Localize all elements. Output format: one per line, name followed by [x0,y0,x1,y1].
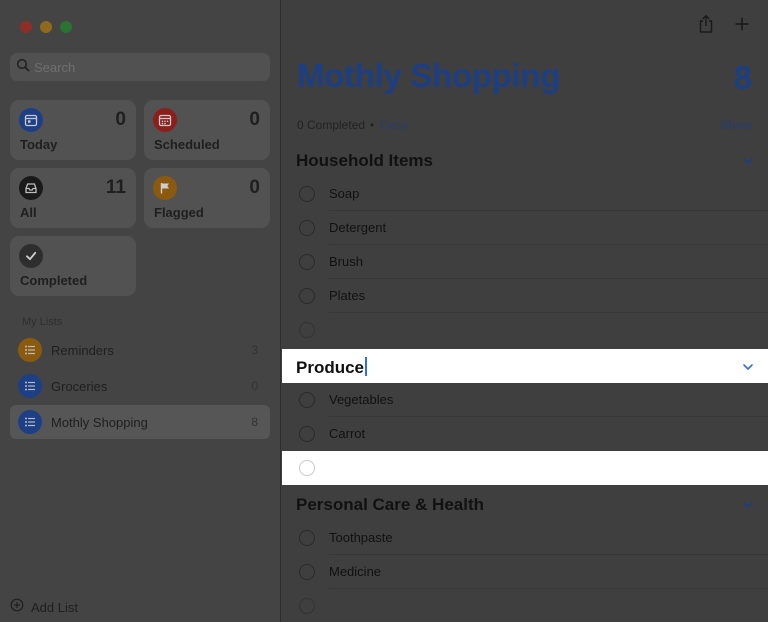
calendar-icon [153,108,177,132]
share-icon [697,14,715,39]
checkbox[interactable] [299,322,315,338]
smart-list-all[interactable]: 11 All [10,168,136,228]
completed-label: Completed [20,273,88,288]
smart-list-today[interactable]: 0 Today [10,100,136,160]
today-label: Today [20,137,58,152]
completed-summary: 0 Completed • Clear [297,118,408,132]
checkbox[interactable] [299,392,315,408]
my-lists-heading: My Lists [22,316,63,328]
zoom-window-button[interactable] [60,21,72,33]
list-item-count: 8 [733,59,752,96]
checkbox[interactable] [299,564,315,580]
reminder-title[interactable]: Toothpaste [329,530,393,545]
chevron-down-icon[interactable] [742,498,754,516]
flagged-count: 0 [249,177,260,198]
smart-list-scheduled[interactable]: 0 Scheduled [144,100,270,160]
reminder-item[interactable]: Vegetables [282,383,768,417]
reminder-item[interactable]: Brush [282,245,768,279]
reminder-item[interactable]: Plates [282,279,768,313]
text-cursor [365,357,368,376]
reminder-item[interactable]: Medicine [282,555,768,589]
minimize-window-button[interactable] [40,21,52,33]
checkbox[interactable] [299,426,315,442]
smart-list-flagged[interactable]: 0 Flagged [144,168,270,228]
calendar-today-icon [19,108,43,132]
smart-list-completed[interactable]: Completed [10,236,136,296]
sidebar: 0 Today 0 Scheduled 11 All 0 Flagged Com… [0,0,281,622]
reminder-title[interactable]: Vegetables [329,392,393,407]
reminder-title[interactable]: Brush [329,254,363,269]
checkbox[interactable] [299,460,315,476]
plus-circle-icon [10,598,24,617]
chevron-down-icon[interactable] [742,360,754,378]
flag-icon [153,176,177,200]
list-bullet-icon [18,338,42,362]
add-list-button[interactable]: Add List [10,598,78,617]
show-completed-button[interactable]: Show [720,118,752,132]
list-bullet-icon [18,374,42,398]
reminder-title[interactable]: Detergent [329,220,386,235]
group-title-editor[interactable]: Produce [296,357,368,378]
reminder-title[interactable]: Carrot [329,426,365,441]
reminder-title[interactable]: Soap [329,186,359,201]
checkbox[interactable] [299,530,315,546]
group-header-personal-care[interactable]: Personal Care & Health [282,487,768,521]
group-title[interactable]: Personal Care & Health [296,495,484,515]
group-title[interactable]: Produce [296,358,364,377]
sidebar-item-reminders[interactable]: Reminders 3 [10,333,270,367]
add-list-label: Add List [31,600,78,615]
reminder-item[interactable]: Carrot [282,417,768,451]
new-reminder-row[interactable] [282,313,768,347]
window-controls [20,21,72,33]
scheduled-label: Scheduled [154,137,220,152]
new-reminder-row[interactable] [282,589,768,622]
all-count: 11 [105,177,126,198]
share-button[interactable] [694,14,718,38]
list-count: 0 [251,379,258,393]
list-title: Mothly Shopping [297,57,561,94]
group-title[interactable]: Household Items [296,151,433,171]
today-count: 0 [115,109,126,130]
tray-icon [19,176,43,200]
checkbox[interactable] [299,288,315,304]
clear-button[interactable]: Clear [379,118,408,132]
list-bullet-icon [18,410,42,434]
checkbox[interactable] [299,598,315,614]
add-reminder-button[interactable] [730,14,754,38]
list-count: 8 [251,415,258,429]
reminder-title[interactable]: Medicine [329,564,381,579]
checkmark-icon [19,244,43,268]
list-name: Groceries [51,378,108,394]
checkbox[interactable] [299,186,315,202]
plus-icon [734,16,750,37]
new-reminder-row[interactable] [282,451,768,485]
search-field[interactable] [10,53,270,81]
chevron-down-icon[interactable] [742,154,754,172]
reminder-item[interactable]: Toothpaste [282,521,768,555]
reminder-item[interactable]: Soap [282,177,768,211]
flagged-label: Flagged [154,205,204,220]
completed-count-text: 0 Completed [297,118,366,132]
list-detail: Mothly Shopping 8 0 Completed • Clear Show… [282,0,768,622]
all-label: All [20,205,37,220]
checkbox[interactable] [299,254,315,270]
list-count: 3 [251,343,258,357]
sidebar-item-mothly-shopping[interactable]: Mothly Shopping 8 [10,405,270,439]
sidebar-item-groceries[interactable]: Groceries 0 [10,369,270,403]
group-header-household-items[interactable]: Household Items [282,143,768,177]
close-window-button[interactable] [20,21,32,33]
list-name: Mothly Shopping [51,414,148,430]
scheduled-count: 0 [249,109,260,130]
search-input[interactable] [34,59,254,75]
list-name: Reminders [51,342,114,358]
search-icon [16,58,30,77]
group-header-produce[interactable]: Produce [282,349,768,383]
reminder-item[interactable]: Detergent [282,211,768,245]
checkbox[interactable] [299,220,315,236]
reminder-title[interactable]: Plates [329,288,365,303]
separator-dot: • [370,118,375,132]
